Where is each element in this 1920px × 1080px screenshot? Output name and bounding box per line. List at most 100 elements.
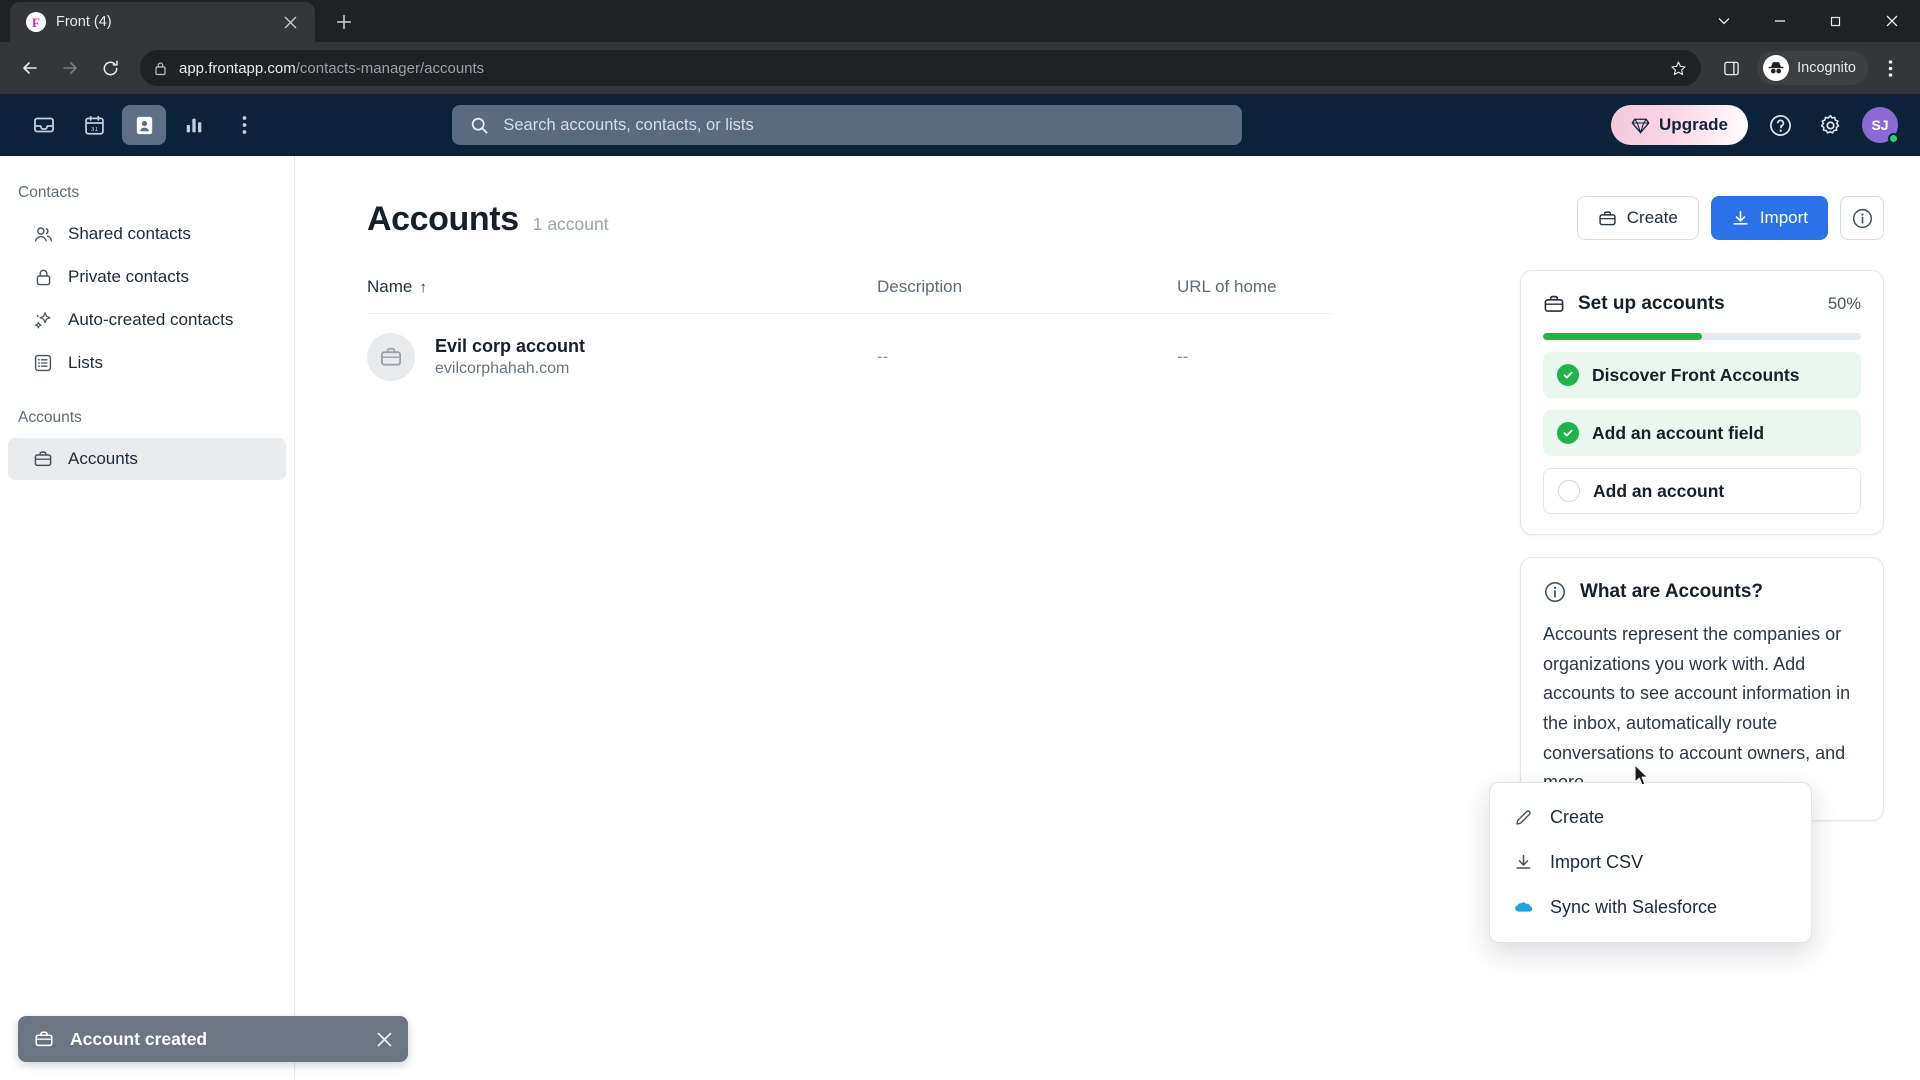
page-header: Accounts 1 account (367, 200, 1520, 239)
setup-task-label: Add an account (1593, 480, 1725, 501)
lock-icon (154, 61, 167, 76)
gear-icon[interactable] (1812, 107, 1848, 143)
reload-icon[interactable] (92, 50, 128, 86)
setup-task-add-an-account-field[interactable]: Add an account field (1543, 410, 1861, 456)
setup-task-add-an-account[interactable]: Add an account (1543, 468, 1861, 514)
browser-tab[interactable]: F Front (4) (10, 2, 315, 42)
setup-card-title: Set up accounts (1578, 293, 1725, 314)
setup-task-discover-front-accounts[interactable]: Discover Front Accounts (1543, 352, 1861, 398)
diamond-icon (1631, 116, 1650, 135)
column-header-url[interactable]: URL of home (1177, 277, 1331, 297)
import-button-label: Import (1759, 208, 1808, 227)
sidebar-item-label: Shared contacts (68, 224, 191, 243)
list-icon (32, 352, 54, 374)
upgrade-button[interactable]: Upgrade (1611, 105, 1748, 145)
inbox-icon (32, 113, 56, 137)
sidebar-section-contacts-title: Contacts (18, 184, 80, 201)
presence-indicator (1888, 133, 1899, 144)
nav-contacts-button[interactable] (122, 105, 166, 145)
close-icon[interactable] (377, 1032, 392, 1047)
help-circle-icon[interactable] (1762, 107, 1798, 143)
create-button[interactable]: Create (1576, 196, 1699, 240)
menu-item-create[interactable]: Create (1490, 795, 1811, 840)
account-domain: evilcorphahah.com (435, 360, 570, 378)
front-app: 31 Search accounts, contacts, or lists U… (0, 94, 1920, 1080)
column-header-name[interactable]: Name ↑ (367, 277, 877, 297)
address-bar[interactable]: app.frontapp.com/contacts-manager/accoun… (140, 50, 1702, 86)
url-path: /contacts-manager/accounts (295, 59, 485, 77)
sidebar-item-accounts[interactable]: Accounts (8, 438, 286, 480)
kebab-menu-icon[interactable] (1872, 50, 1908, 86)
url-domain: app.frontapp.com (179, 59, 296, 77)
close-icon[interactable] (1864, 0, 1920, 42)
setup-progress-percent: 50% (1827, 294, 1861, 313)
forward-arrow-icon (52, 50, 88, 86)
nav-analytics-button[interactable] (172, 105, 216, 145)
search-input[interactable]: Search accounts, contacts, or lists (452, 105, 1243, 145)
nav-more-button[interactable] (222, 105, 266, 145)
setup-card-header: Set up accounts 50% (1543, 293, 1861, 315)
cell-name: Evil corp account evilcorphahah.com (367, 333, 877, 381)
sidebar-item-lists[interactable]: Lists (8, 342, 286, 384)
side-panel-icon[interactable] (1713, 50, 1749, 86)
new-tab-button[interactable] (327, 5, 361, 39)
star-icon[interactable] (1670, 60, 1687, 77)
column-header-description[interactable]: Description (877, 277, 1177, 297)
sidebar-item-shared-contacts[interactable]: Shared contacts (8, 213, 286, 255)
search-placeholder: Search accounts, contacts, or lists (503, 115, 754, 134)
column-label: Name (367, 277, 413, 296)
account-name: Evil corp account (435, 336, 586, 357)
sidebar: Contacts Shared contacts Private contact… (0, 156, 295, 1080)
info-circle-icon[interactable] (1840, 196, 1884, 240)
info-circle-icon (1543, 580, 1567, 604)
app-header-actions: Upgrade SJ (1611, 105, 1899, 145)
accounts-table: Name ↑ Description URL of home Evil corp… (367, 277, 1331, 400)
sidebar-item-private-contacts[interactable]: Private contacts (8, 256, 286, 298)
calendar-31-icon: 31 (83, 114, 106, 137)
avatar[interactable]: SJ (1862, 107, 1899, 144)
menu-item-label: Import CSV (1550, 852, 1644, 872)
check-icon (1557, 364, 1579, 386)
minimize-icon[interactable] (1752, 0, 1808, 42)
window-controls (1696, 0, 1920, 42)
briefcase-icon (367, 333, 415, 381)
front-logo-icon: F (26, 12, 46, 32)
add-account-dropdown-menu: Create Import CSV Sync with Salesforce (1489, 782, 1812, 943)
sidebar-item-label: Accounts (68, 449, 138, 468)
nav-calendar-button[interactable]: 31 (72, 105, 116, 145)
kebab-menu-icon (242, 115, 247, 135)
toast-notification: Account created (18, 1016, 408, 1062)
download-icon (1512, 853, 1534, 872)
rail-actions: Create Import (1520, 196, 1884, 240)
maximize-icon[interactable] (1808, 0, 1864, 42)
cell-description: -- (877, 347, 889, 366)
browser-toolbar: app.frontapp.com/contacts-manager/accoun… (0, 42, 1920, 94)
lock-icon (32, 266, 54, 288)
table-row[interactable]: Evil corp account evilcorphahah.com -- -… (367, 314, 1331, 400)
nav-inbox-button[interactable] (22, 105, 66, 145)
import-button[interactable]: Import (1710, 196, 1828, 240)
menu-item-sync-with-salesforce[interactable]: Sync with Salesforce (1490, 885, 1811, 930)
app-body: Contacts Shared contacts Private contact… (0, 156, 1920, 1080)
sidebar-item-auto-created-contacts[interactable]: Auto-created contacts (8, 299, 286, 341)
incognito-indicator[interactable]: Incognito (1757, 51, 1868, 85)
browser-tab-title: Front (4) (56, 14, 112, 30)
download-icon (1731, 209, 1750, 228)
bar-chart-icon (183, 114, 205, 136)
circle-empty-icon (1558, 480, 1580, 502)
contacts-person-icon (133, 114, 156, 137)
cell-url: -- (1177, 347, 1189, 366)
setup-task-label: Discover Front Accounts (1592, 364, 1800, 385)
menu-item-label: Sync with Salesforce (1550, 897, 1718, 917)
create-button-label: Create (1626, 208, 1678, 227)
sort-ascending-icon: ↑ (419, 278, 427, 296)
upgrade-label: Upgrade (1659, 115, 1728, 134)
menu-item-import-csv[interactable]: Import CSV (1490, 840, 1811, 885)
info-card-body: Accounts represent the companies or orga… (1543, 624, 1851, 792)
chevron-down-icon[interactable] (1696, 0, 1752, 42)
check-icon (1557, 422, 1579, 444)
info-card-header: What are Accounts? (1543, 580, 1861, 604)
app-header: 31 Search accounts, contacts, or lists U… (0, 94, 1920, 156)
back-arrow-icon[interactable] (12, 50, 48, 86)
close-icon[interactable] (277, 9, 303, 35)
